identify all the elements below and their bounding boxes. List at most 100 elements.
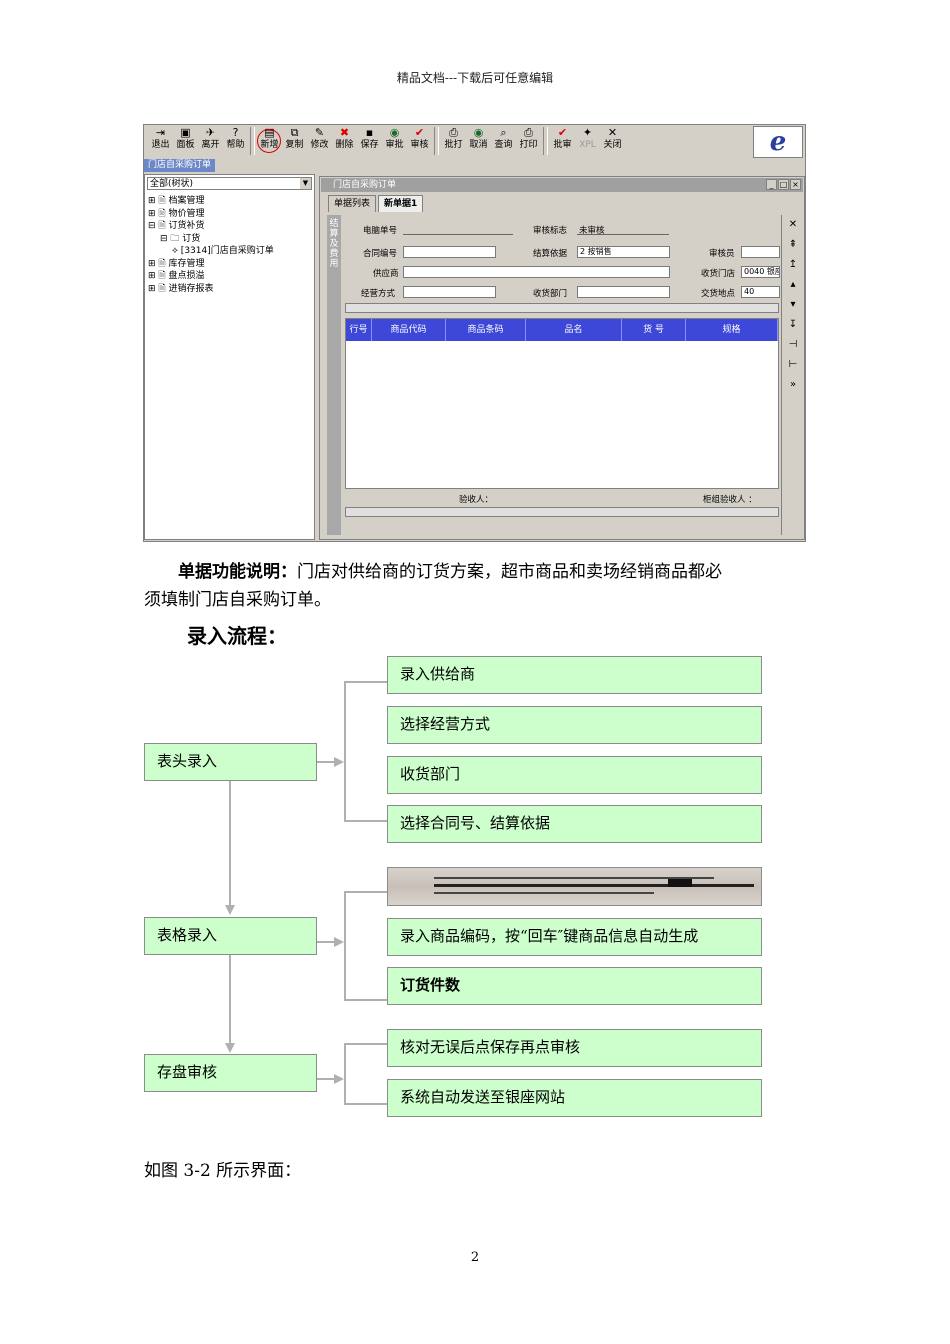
flow-head-entry: 表头录入 xyxy=(144,743,317,781)
order-window: 门店自采购订单 _ □ × 单据列表 新单据1 结算及费用 电脑单号 审核标志 … xyxy=(319,176,805,540)
last-icon[interactable]: ↧ xyxy=(782,315,804,335)
tree-node[interactable]: ⊞ 🗎 进销存报表 xyxy=(148,283,274,296)
dept-input[interactable] xyxy=(577,286,670,298)
toolbar-button-close[interactable]: ✕ 关闭 xyxy=(600,125,625,157)
tree-node[interactable]: ⊞ 🗎 盘点损溢 xyxy=(148,270,274,283)
toolbar-button-audit[interactable]: ✔ 审核 xyxy=(407,125,432,157)
grid-column-header[interactable]: 规格 xyxy=(686,319,778,341)
flow-step-contract: 选择合同号、结算依据 xyxy=(387,805,762,843)
side-tab-label: 结算及费用 xyxy=(329,219,339,269)
form-hscroll[interactable] xyxy=(345,303,779,313)
insert-row-icon[interactable]: ⊣ xyxy=(782,335,804,355)
maximize-icon[interactable]: □ xyxy=(778,179,789,190)
flow-step-dept: 收货部门 xyxy=(387,756,762,794)
tree-filter-select[interactable]: 全部(树状) ▼ xyxy=(147,177,312,190)
doc-no-field xyxy=(403,234,513,235)
settle-input[interactable]: 2 按销售 xyxy=(577,246,670,258)
print-icon: ⎙ xyxy=(524,126,533,139)
save-icon: ▪ xyxy=(365,126,374,139)
toolbar-label: XPL xyxy=(579,140,596,150)
flow-bracket-3 xyxy=(344,1043,346,1105)
grid-column-header[interactable]: 品名 xyxy=(526,319,622,341)
toolbar-separator xyxy=(434,127,439,155)
prev-icon[interactable]: ↥ xyxy=(782,255,804,275)
grid-column-header[interactable]: 货 号 xyxy=(622,319,686,341)
more-icon[interactable]: » xyxy=(782,375,804,395)
toolbar-button-batch-audit[interactable]: ✔ 批审 xyxy=(550,125,575,157)
grid-footer: 验收人： 柜组验收人 ： xyxy=(345,489,779,519)
toolbar-label: 打印 xyxy=(519,140,538,150)
toolbar-button-xpl[interactable]: ✦ XPL xyxy=(575,125,600,157)
close-icon: ✕ xyxy=(607,126,618,139)
window-title: 门店自采购订单 xyxy=(333,180,397,190)
flow-image-strip xyxy=(387,867,762,906)
first-icon[interactable]: ⇞ xyxy=(782,235,804,255)
tab-new-doc[interactable]: 新单据1 xyxy=(378,195,424,212)
toolbar-button-exit[interactable]: ⇥ 退出 xyxy=(148,125,173,157)
toolbar-button-print[interactable]: ⎙ 打印 xyxy=(516,125,541,157)
toolbar-button-approve[interactable]: ◉ 审批 xyxy=(382,125,407,157)
tree-node[interactable]: ⊞ 🗎 库存管理 xyxy=(148,258,274,271)
toolbar-button-copy[interactable]: ⧉ 复制 xyxy=(282,125,307,157)
description-text-1: 门店对供给商的订货方案，超市商品和卖场经销商品都必 xyxy=(297,562,722,582)
toolbar-button-leave[interactable]: ✈ 离开 xyxy=(198,125,223,157)
down-icon[interactable]: ▾ xyxy=(782,295,804,315)
tree-node[interactable]: ⊟ 🗎 订货补货 xyxy=(148,220,274,233)
flow-bracket-2 xyxy=(344,891,346,1001)
close-window-icon[interactable]: × xyxy=(790,179,801,190)
chevron-down-icon[interactable]: ▼ xyxy=(300,178,311,189)
doc-tabs: 单据列表 新单据1 xyxy=(328,195,424,213)
toolbar-button-panel[interactable]: ▣ 面板 xyxy=(173,125,198,157)
description-paragraph: 单据功能说明：门店对供给商的订货方案，超市商品和卖场经销商品都必 须填制门店自采… xyxy=(144,558,804,614)
tree-node[interactable]: ⊟ 🗀 订货 xyxy=(148,233,274,246)
grid-column-header[interactable]: 行号 xyxy=(346,319,372,341)
append-row-icon[interactable]: ⊢ xyxy=(782,355,804,375)
settle-label: 结算依据 xyxy=(533,249,568,259)
toolbar-button-cancel[interactable]: ◉ 取消 xyxy=(466,125,491,157)
side-tab-settlement[interactable]: 结算及费用 xyxy=(327,215,341,535)
xpl-icon: ✦ xyxy=(582,126,593,139)
minimize-icon[interactable]: _ xyxy=(766,179,777,190)
auditor-input[interactable] xyxy=(741,246,780,258)
store-label: 收货门店 xyxy=(701,269,736,279)
up-icon[interactable]: ▴ xyxy=(782,275,804,295)
doc-no-label: 电脑单号 xyxy=(363,226,398,236)
nav-tab[interactable]: 门店自采购订单 xyxy=(144,159,216,172)
toolbar-button-edit[interactable]: ✎ 修改 xyxy=(307,125,332,157)
tree-node[interactable]: ⟡ [3314]门店自采购订单 xyxy=(148,245,274,258)
toolbar-button-new[interactable]: ▤ 新增 xyxy=(257,125,282,157)
place-input[interactable]: 40 xyxy=(741,286,780,298)
leave-icon: ✈ xyxy=(205,126,216,139)
grid-column-header[interactable]: 商品条码 xyxy=(446,319,526,341)
toolbar-button-help[interactable]: ? 帮助 xyxy=(223,125,248,157)
module-tree: ⊞ 🗎 档案管理 ⊞ 🗎 物价管理 ⊟ 🗎 订货补货 ⊟ 🗀 订货 ⟡ [3314]门店… xyxy=(148,195,274,295)
grid-header: 行号 商品代码 商品条码 品名货 号规格 xyxy=(346,319,778,341)
arrow-down-icon xyxy=(225,1043,235,1053)
toolbar-button-batch-print[interactable]: ⎙ 批打 xyxy=(441,125,466,157)
mode-input[interactable] xyxy=(403,286,496,298)
arrow-right-icon xyxy=(334,757,344,767)
toolbar-label: 审核 xyxy=(410,140,429,150)
toolbar-label: 退出 xyxy=(151,140,170,150)
toolbar-button-save[interactable]: ▪ 保存 xyxy=(357,125,382,157)
toolbar-label: 删除 xyxy=(335,140,354,150)
grid-column-header[interactable]: 商品代码 xyxy=(372,319,446,341)
highlight-circle xyxy=(257,129,281,153)
store-input[interactable]: 0040 银座 xyxy=(741,266,780,278)
cancel-icon: ◉ xyxy=(473,126,484,139)
contract-input[interactable] xyxy=(403,246,496,258)
grid-hscroll[interactable] xyxy=(345,507,779,517)
strip-line xyxy=(434,892,654,894)
contract-label: 合同编号 xyxy=(363,249,398,259)
toolbar-label: 审批 xyxy=(385,140,404,150)
tree-node[interactable]: ⊞ 🗎 档案管理 xyxy=(148,195,274,208)
tree-node[interactable]: ⊞ 🗎 物价管理 xyxy=(148,208,274,221)
supplier-input[interactable] xyxy=(403,266,670,278)
tab-doc-list[interactable]: 单据列表 xyxy=(328,195,377,212)
toolbar-button-query[interactable]: ⌕ 查询 xyxy=(491,125,516,157)
toolbar-button-delete[interactable]: ✖ 删除 xyxy=(332,125,357,157)
page-header: 精品文档---下载后可任意编辑 xyxy=(396,71,554,85)
help-icon: ? xyxy=(232,126,239,139)
close-icon-strip[interactable]: ✕ xyxy=(782,215,804,235)
toolbar-label: 离开 xyxy=(201,140,220,150)
